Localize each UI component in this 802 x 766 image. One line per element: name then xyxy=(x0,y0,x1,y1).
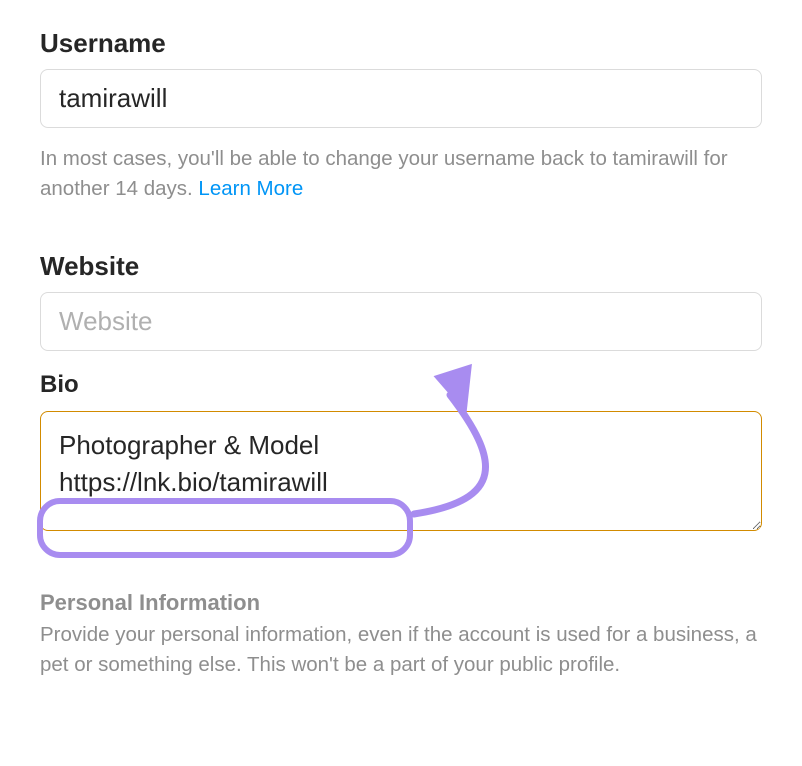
bio-field-group: Bio xyxy=(40,371,762,536)
bio-textarea[interactable] xyxy=(40,411,762,531)
bio-label: Bio xyxy=(40,371,762,399)
username-label: Username xyxy=(40,28,762,59)
personal-info-body: Provide your personal information, even … xyxy=(40,620,762,679)
website-input[interactable] xyxy=(40,292,762,351)
username-input[interactable] xyxy=(40,69,762,128)
personal-info-heading: Personal Information xyxy=(40,590,762,616)
learn-more-link[interactable]: Learn More xyxy=(198,177,303,200)
personal-info-section: Personal Information Provide your person… xyxy=(40,590,762,679)
website-field-group: Website xyxy=(40,251,762,351)
website-label: Website xyxy=(40,251,762,282)
username-help-prefix: In most cases, you'll be able to change … xyxy=(40,147,728,200)
username-help-text: In most cases, you'll be able to change … xyxy=(40,144,762,203)
username-field-group: Username In most cases, you'll be able t… xyxy=(40,28,762,203)
